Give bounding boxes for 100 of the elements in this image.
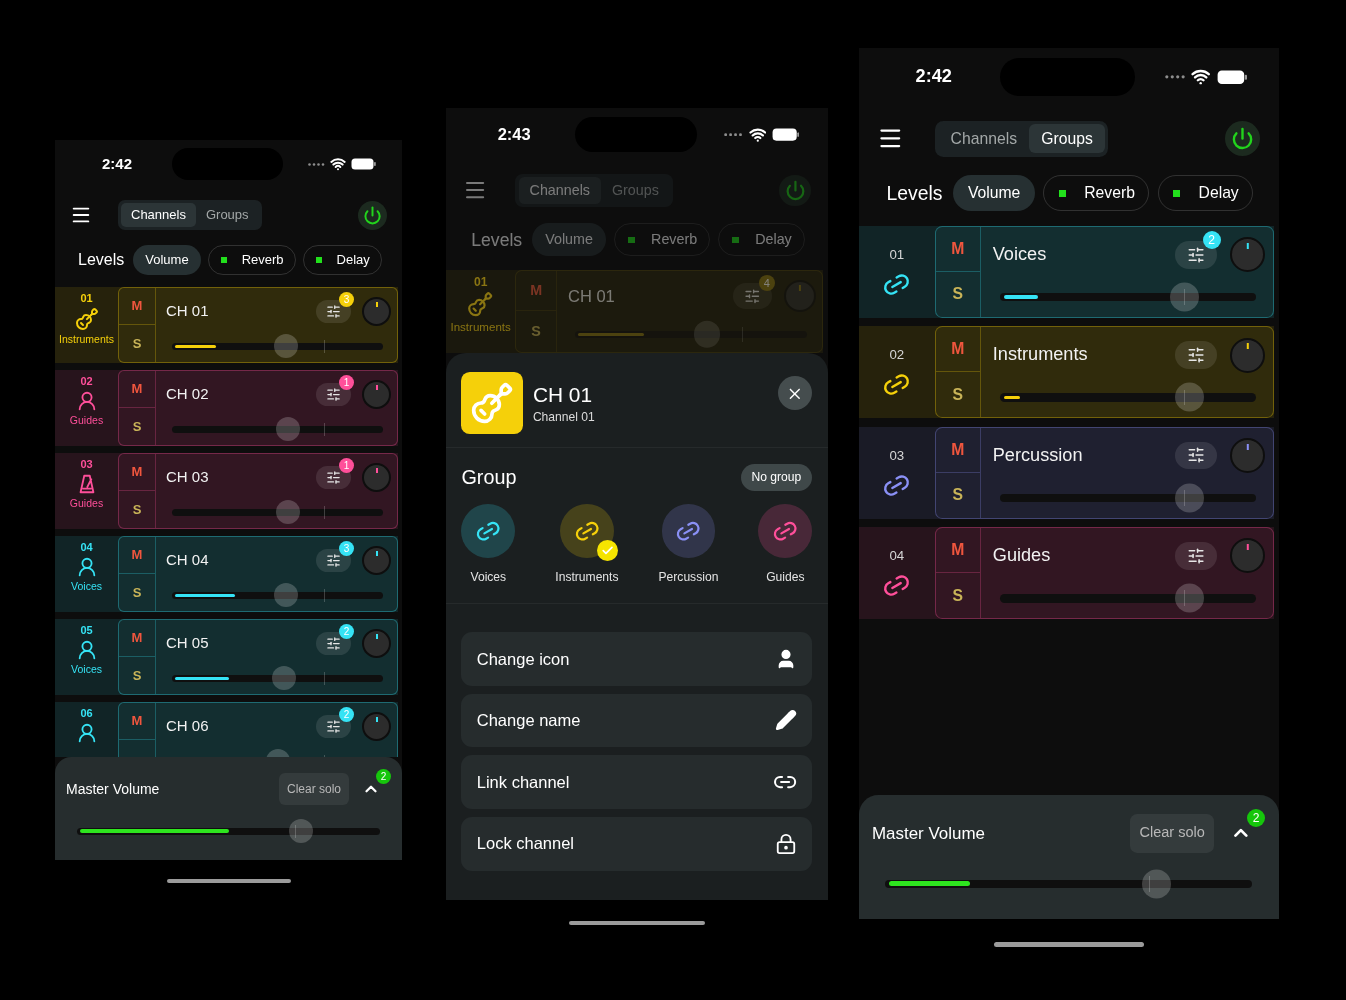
level-tab[interactable]: Volume [953,175,1035,212]
eq-button[interactable] [1174,441,1218,470]
mute-button[interactable]: M [119,620,155,657]
power-button[interactable] [1225,121,1261,157]
wifi-icon [1191,67,1211,87]
action-item[interactable]: Change name [461,693,813,748]
count-badge: 3 [339,291,354,307]
status-square [220,257,227,263]
count-badge: 2 [1202,231,1221,250]
level-tab[interactable]: Volume [133,245,201,275]
solo-button[interactable]: S [119,491,155,528]
mute-button[interactable]: M [119,454,155,491]
levels-label: Levels [78,250,125,270]
fader-thumb[interactable] [1174,483,1204,513]
view-tab[interactable]: Groups [1029,124,1105,154]
power-icon [363,205,382,225]
channel-name: Instruments [992,343,1088,367]
view-tab[interactable]: Channels [121,203,196,227]
view-tab[interactable]: Channels [938,124,1030,154]
sliders-icon [744,287,761,305]
solo-button[interactable]: S [119,408,155,445]
channel-name: CH 06 [166,715,209,736]
solo-button[interactable]: S [935,271,980,317]
no-group-button[interactable]: No group [740,464,813,491]
fader-thumb[interactable] [276,417,301,441]
channel-number: 05 [80,623,93,638]
mute-button[interactable]: M [119,537,155,574]
pencil-icon [774,709,797,732]
channel-name: CH 03 [166,466,209,487]
fader-thumb[interactable] [271,666,296,690]
sliders-icon [326,718,341,734]
guitar-icon [74,306,99,331]
group-number: 03 [889,446,905,465]
fader-thumb[interactable] [1174,382,1204,412]
status-square [1173,189,1181,197]
mute-button[interactable]: M [935,528,980,574]
solo-button[interactable]: S [935,573,980,619]
status-square [732,236,739,244]
mute-button[interactable]: M [935,427,980,473]
solo-button[interactable]: S [119,325,155,362]
channel-name: CH 02 [166,383,209,404]
status-square [627,236,635,244]
mute-button[interactable]: M [935,226,980,272]
sliders-icon [326,303,341,319]
battery-icon [771,127,800,141]
power-button[interactable] [358,200,387,230]
group-label: Guides [68,496,105,510]
view-tab[interactable]: Groups [195,203,259,227]
clear-solo-button[interactable]: Clear solo [278,773,349,805]
channel-number: 06 [80,706,93,721]
mute-button[interactable]: M [119,703,155,740]
sliders-icon [326,469,341,485]
status-square [315,257,322,263]
action-item[interactable]: Change icon [461,631,813,686]
action-item[interactable]: Lock channel [461,816,813,871]
channel-number: 04 [80,540,93,555]
group-label: Voices [70,579,103,593]
mute-button[interactable]: M [119,371,155,408]
mute-button[interactable]: M [119,288,155,325]
fader-thumb[interactable] [693,321,721,348]
channel-name: CH 01 [166,300,209,321]
guitar-icon [467,291,494,318]
group-name: Voices [470,568,507,586]
fader-thumb[interactable] [1174,583,1204,613]
action-item[interactable]: Link channel [461,755,813,809]
group-label: Instruments [449,319,512,334]
solo-button[interactable]: S [119,657,155,694]
channel-name: CH 05 [166,632,209,653]
view-tab[interactable]: Channels [518,177,601,204]
sliders-icon [326,635,341,651]
power-icon [1231,127,1255,151]
fader-thumb[interactable] [1142,869,1172,899]
status-time: 2:42 [915,65,953,89]
eq-button[interactable] [1174,341,1218,369]
sliders-icon [1186,245,1205,264]
group-name: Instruments [555,568,619,586]
count-badge: 2 [339,706,354,722]
mute-button[interactable]: M [935,327,980,373]
group-number: 04 [889,547,905,566]
count-badge: 2 [339,623,354,639]
level-tab[interactable]: Volume [532,223,607,257]
fader-thumb[interactable] [273,334,298,358]
channel-number: 03 [80,457,93,472]
eq-button[interactable] [1174,542,1218,570]
channel-number: 01 [80,291,93,306]
solo-button[interactable]: S [935,472,980,518]
fader-thumb[interactable] [276,500,301,524]
sliders-icon [326,552,341,568]
solo-button[interactable]: S [935,372,980,418]
fader-thumb[interactable] [1169,282,1199,312]
wifi-icon [330,156,346,172]
fader-thumb[interactable] [289,819,314,843]
master-label: Master Volume [66,779,160,799]
sheet-subtitle: Channel 01 [532,409,595,427]
solo-button[interactable]: S [119,574,155,611]
clear-solo-button[interactable]: Clear solo [1129,813,1215,853]
close-button[interactable] [778,376,813,411]
signal-dots-icon [308,162,325,166]
group-number: 02 [889,346,905,365]
fader-thumb[interactable] [273,583,298,607]
